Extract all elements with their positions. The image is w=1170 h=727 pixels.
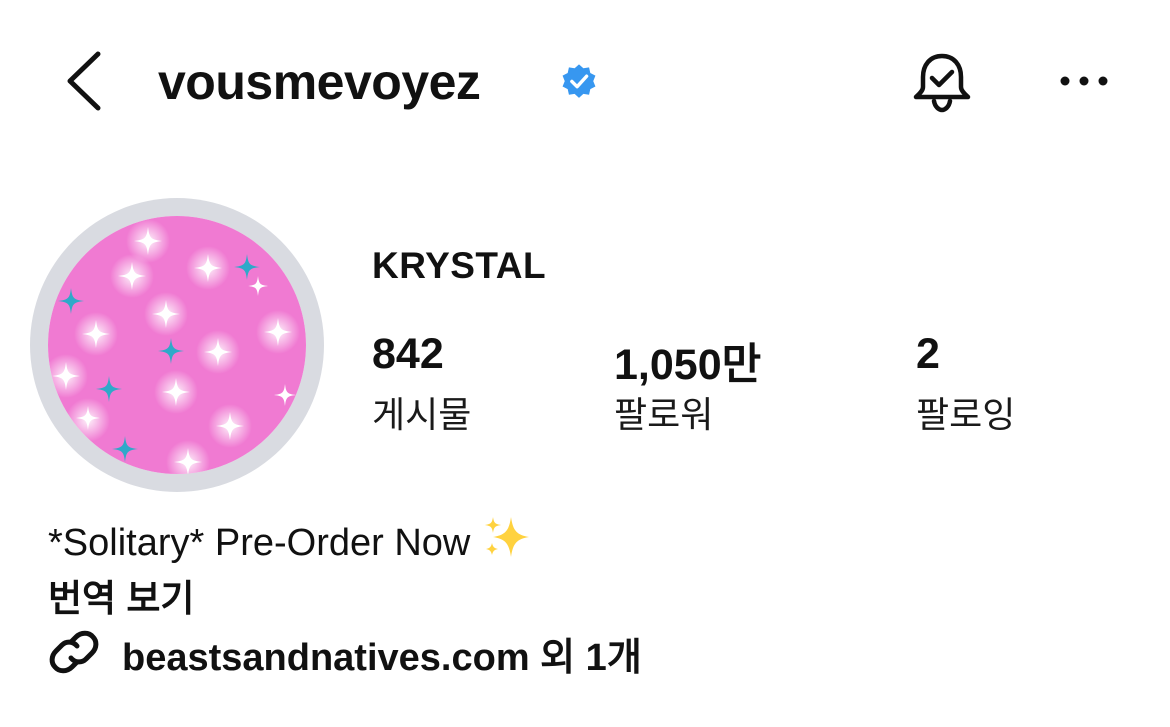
followers-count[interactable]: 1,050만 [614, 330, 761, 392]
more-horizontal-icon [1060, 76, 1108, 86]
pink-sparkle-avatar [48, 216, 306, 474]
bell-check-icon [913, 53, 971, 113]
bio: *Solitary* Pre-Order Now [48, 515, 531, 569]
sparkles-icon [483, 515, 531, 569]
chevron-left-icon [67, 51, 101, 111]
see-translation-link[interactable]: 번역 보기 [48, 568, 194, 622]
external-link-text: beastsandnatives.com 외 1개 [122, 637, 642, 679]
verified-badge-icon [560, 62, 598, 100]
avatar[interactable] [48, 216, 306, 474]
posts-label: 게시물 [372, 394, 472, 435]
followers-label: 팔로워 [614, 394, 714, 435]
profile-username: vousmevoyez [158, 54, 481, 110]
back-button[interactable] [62, 50, 108, 112]
notifications-button[interactable] [910, 50, 974, 114]
posts-count[interactable]: 842 [372, 330, 444, 379]
following-label: 팔로잉 [916, 394, 1016, 435]
more-options-button[interactable] [1055, 62, 1113, 100]
display-name: KRYSTAL [372, 245, 547, 286]
following-count[interactable]: 2 [916, 330, 940, 379]
link-icon [49, 630, 99, 674]
bio-text: *Solitary* Pre-Order Now [48, 522, 471, 564]
